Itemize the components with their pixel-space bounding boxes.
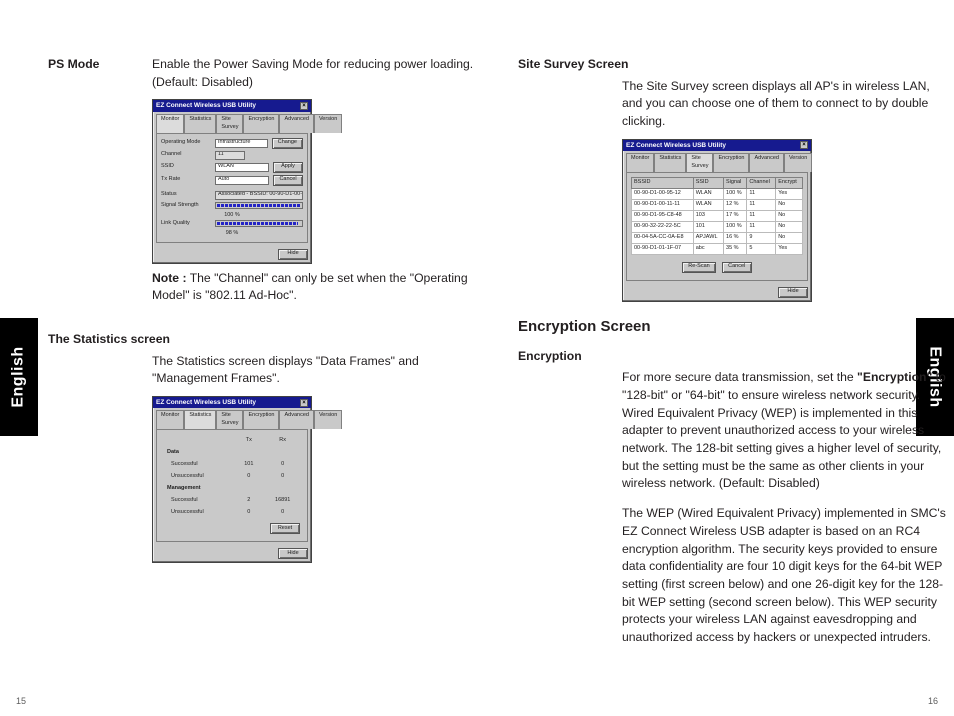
- survey-col-ch[interactable]: Channel: [747, 178, 776, 189]
- cancel-button[interactable]: Cancel: [722, 262, 752, 273]
- txrate-select[interactable]: Auto: [215, 176, 269, 185]
- survey-col-bssid[interactable]: BSSID: [632, 178, 694, 189]
- txrate-label: Tx Rate: [161, 176, 211, 184]
- tab-site-survey[interactable]: Site Survey: [216, 114, 243, 133]
- left-column: PS Mode Enable the Power Saving Mode for…: [48, 56, 478, 563]
- stats-text: The Statistics screen displays "Data Fra…: [152, 353, 478, 388]
- tab-advanced[interactable]: Advanced: [749, 153, 783, 172]
- monitor-pane: Operating Mode Infrastructure Change Chann…: [156, 133, 308, 243]
- site-text: The Site Survey screen displays all AP's…: [622, 78, 948, 131]
- table-row[interactable]: 00-90-D1-00-95-12WLAN100 %11Yes: [632, 189, 803, 200]
- table-row[interactable]: 00-90-D1-00-11-11WLAN12 %11No: [632, 200, 803, 211]
- stats-col-rx: Rx: [264, 436, 301, 446]
- stats-heading: The Statistics screen: [48, 331, 170, 349]
- reset-button[interactable]: Reset: [270, 523, 300, 534]
- link-label: Link Quality: [161, 220, 211, 228]
- statistics-dialog: EZ Connect Wireless USB Utility × Monitor…: [152, 396, 312, 563]
- note-row: Note : The "Channel" can only be set whe…: [152, 270, 478, 305]
- encryption-p1: For more secure data transmission, set t…: [622, 369, 948, 493]
- tab-statistics[interactable]: Statistics: [184, 410, 216, 429]
- note-text: The "Channel" can only be set when the "…: [152, 271, 468, 303]
- stats-table: TxRx Data Successful1010 Unsuccessful00 …: [161, 434, 303, 520]
- stats-row: Successful: [163, 496, 233, 506]
- ssid-field[interactable]: WLAN: [215, 163, 269, 172]
- status-label: Status: [161, 191, 211, 199]
- page-number-left: 15: [16, 696, 26, 706]
- tab-statistics[interactable]: Statistics: [654, 153, 686, 172]
- tab-monitor[interactable]: Monitor: [626, 153, 654, 172]
- hide-button[interactable]: Hide: [278, 249, 308, 260]
- table-row[interactable]: 00-90-32-22-22-5C101100 %11No: [632, 221, 803, 232]
- site-heading: Site Survey Screen: [518, 56, 628, 74]
- tab-encryption[interactable]: Encryption: [243, 410, 279, 429]
- note-label: Note :: [152, 271, 187, 285]
- close-icon[interactable]: ×: [800, 141, 808, 149]
- table-row[interactable]: 00-90-D1-01-1F-07abc35 %5Yes: [632, 243, 803, 254]
- monitor-dialog: EZ Connect Wireless USB Utility × Monito…: [152, 99, 312, 263]
- tab-advanced[interactable]: Advanced: [279, 410, 313, 429]
- tab-version[interactable]: Version: [314, 410, 342, 429]
- site-survey-dialog: EZ Connect Wireless USB Utility × Monitor…: [622, 139, 812, 302]
- tab-monitor[interactable]: Monitor: [156, 114, 184, 133]
- tab-advanced[interactable]: Advanced: [279, 114, 313, 133]
- tab-version[interactable]: Version: [784, 153, 812, 172]
- cancel-button[interactable]: Cancel: [273, 175, 303, 186]
- ssid-label: SSID: [161, 163, 211, 171]
- channel-label: Channel: [161, 151, 211, 159]
- right-column: Site Survey Screen The Site Survey scree…: [518, 56, 948, 647]
- signal-bar: [215, 202, 303, 209]
- tab-monitor[interactable]: Monitor: [156, 410, 184, 429]
- signal-pct: 100 %: [161, 212, 303, 220]
- psmode-text: Enable the Power Saving Mode for reducin…: [152, 56, 478, 91]
- stats-col-tx: Tx: [235, 436, 262, 446]
- stats-heading-row: The Statistics screen: [48, 331, 478, 349]
- opmode-label: Operating Mode: [161, 139, 211, 147]
- enc ption-heading: Encryption: [518, 348, 582, 366]
- language-tab-left: English: [0, 318, 38, 436]
- stats-group-data: Data: [163, 448, 233, 458]
- tab-encryption[interactable]: Encryption: [243, 114, 279, 133]
- channel-field[interactable]: 11: [215, 151, 245, 160]
- tab-site-survey[interactable]: Site Survey: [216, 410, 243, 429]
- tab-site-survey[interactable]: Site Survey: [686, 153, 713, 172]
- tab-encryption[interactable]: Encryption: [713, 153, 749, 172]
- tab-version[interactable]: Version: [314, 114, 342, 133]
- stats-row: Unsuccessful: [163, 508, 233, 518]
- close-icon[interactable]: ×: [300, 399, 308, 407]
- survey-col-signal[interactable]: Signal: [724, 178, 747, 189]
- monitor-tabs: Monitor Statistics Site Survey Encryptio…: [153, 112, 311, 133]
- table-row[interactable]: 00-90-D1-95-C8-4810317 %11No: [632, 211, 803, 222]
- stats-row: Unsuccessful: [163, 472, 233, 482]
- change-button[interactable]: Change: [272, 138, 303, 149]
- apply-button[interactable]: Apply: [273, 162, 303, 173]
- rescan-button[interactable]: Re-Scan: [682, 262, 715, 273]
- survey-col-enc[interactable]: Encrypt: [776, 178, 803, 189]
- link-pct: 98 %: [161, 230, 303, 238]
- stats-group-mgmt: Management: [163, 484, 233, 494]
- encryption-screen-heading: Encryption Screen: [518, 316, 948, 338]
- language-label: English: [10, 346, 28, 407]
- dialog-title: EZ Connect Wireless USB Utility: [156, 398, 256, 407]
- psmode-label: PS Mode: [48, 56, 138, 91]
- hide-button[interactable]: Hide: [278, 548, 308, 559]
- close-icon[interactable]: ×: [300, 102, 308, 110]
- survey-table[interactable]: BSSID SSID Signal Channel Encrypt 00-90-…: [631, 177, 803, 255]
- tab-statistics[interactable]: Statistics: [184, 114, 216, 133]
- page-number-right: 16: [928, 696, 938, 706]
- hide-button[interactable]: Hide: [778, 287, 808, 298]
- link-bar: [215, 220, 303, 227]
- psmode-row: PS Mode Enable the Power Saving Mode for…: [48, 56, 478, 91]
- dialog-titlebar: EZ Connect Wireless USB Utility ×: [153, 100, 311, 111]
- stats-row: Successful: [163, 460, 233, 470]
- table-row[interactable]: 00-04-5A-CC-0A-E8APJAWL16 %9No: [632, 232, 803, 243]
- dialog-title: EZ Connect Wireless USB Utility: [626, 141, 726, 150]
- encryption-p2: The WEP (Wired Equivalent Privacy) imple…: [622, 505, 948, 647]
- dialog-title: EZ Connect Wireless USB Utility: [156, 101, 256, 110]
- opmode-select[interactable]: Infrastructure: [215, 139, 268, 148]
- signal-label: Signal Strength: [161, 202, 211, 210]
- survey-col-ssid[interactable]: SSID: [693, 178, 723, 189]
- status-field: Associated - BSSID: 00-90-D1-00-95-12: [215, 191, 303, 200]
